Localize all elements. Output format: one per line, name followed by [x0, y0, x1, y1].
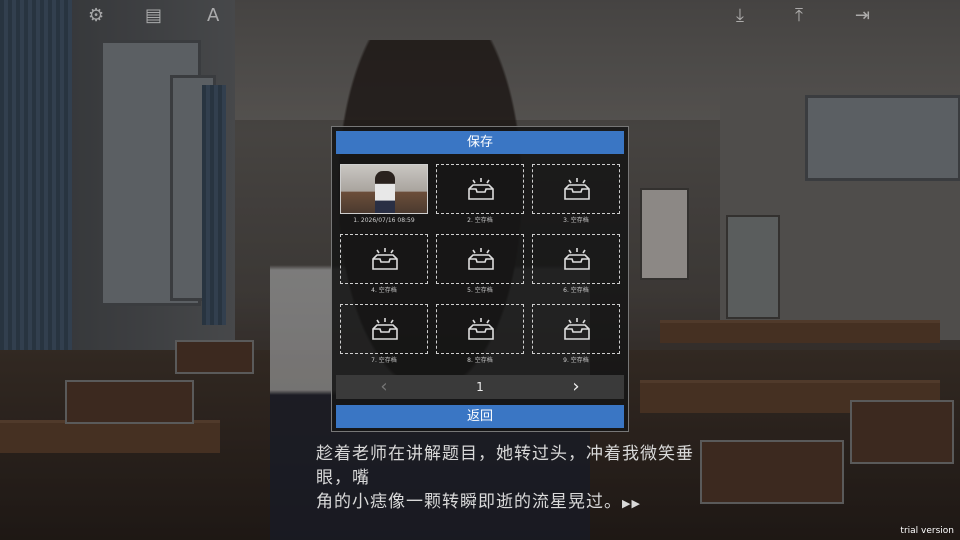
save-slot-label: 1. 2026/07/16 08:59 [353, 217, 415, 224]
message-log-icon[interactable]: ▤ [145, 6, 162, 26]
page-navigator: ‹ 1 › [336, 375, 624, 399]
return-button[interactable]: 返回 [336, 405, 624, 428]
advance-arrow-icon: ▶▶ [622, 497, 641, 510]
dialogue-line-1: 趁着老师在讲解题目，她转过头，冲着我微笑垂眼，嘴 [316, 444, 694, 488]
empty-tray-icon [564, 178, 590, 200]
exit-icon[interactable]: ⇥ [855, 6, 870, 26]
empty-tray-icon [372, 318, 398, 340]
gear-icon[interactable]: ⚙ [88, 6, 104, 26]
chevron-right-icon[interactable]: › [564, 375, 588, 399]
dialogue-line-2: 角的小痣像一颗转瞬即逝的流星晃过。 [316, 492, 622, 512]
save-slot-label: 5. 空存档 [467, 287, 493, 294]
save-slot-7[interactable]: 7. 空存档 [340, 304, 428, 368]
save-slot-4[interactable]: 4. 空存档 [340, 234, 428, 298]
font-icon[interactable]: A [207, 6, 219, 26]
save-slot-2[interactable]: 2. 空存档 [436, 164, 524, 228]
empty-tray-icon [372, 248, 398, 270]
save-slot-8[interactable]: 8. 空存档 [436, 304, 524, 368]
save-slot-label: 7. 空存档 [371, 357, 397, 364]
save-slot-1[interactable]: 1. 2026/07/16 08:59 [340, 164, 428, 228]
save-thumbnail [340, 164, 428, 214]
save-slot-label: 6. 空存档 [563, 287, 589, 294]
empty-tray-icon [468, 248, 494, 270]
save-slot-label: 3. 空存档 [563, 217, 589, 224]
empty-tray-icon [468, 178, 494, 200]
empty-tray-icon [564, 248, 590, 270]
save-slot-label: 2. 空存档 [467, 217, 493, 224]
save-slot-3[interactable]: 3. 空存档 [532, 164, 620, 228]
save-panel-title: 保存 [336, 131, 624, 154]
save-slot-label: 8. 空存档 [467, 357, 493, 364]
upload-icon[interactable]: ⤒ [795, 6, 803, 26]
save-slot-label: 4. 空存档 [371, 287, 397, 294]
trial-watermark: trial version [900, 526, 954, 536]
download-icon[interactable]: ⤓ [736, 6, 744, 26]
dialogue-box[interactable]: 趁着老师在讲解题目，她转过头，冲着我微笑垂眼，嘴 角的小痣像一颗转瞬即逝的流星晃… [316, 442, 716, 516]
save-slot-5[interactable]: 5. 空存档 [436, 234, 524, 298]
empty-tray-icon [564, 318, 590, 340]
empty-tray-icon [468, 318, 494, 340]
save-slot-6[interactable]: 6. 空存档 [532, 234, 620, 298]
save-slot-label: 9. 空存档 [563, 357, 589, 364]
save-panel: 保存 1. 2026/07/16 08:59 2. 空存档 3. 空存档 4. … [331, 126, 629, 432]
save-slot-9[interactable]: 9. 空存档 [532, 304, 620, 368]
